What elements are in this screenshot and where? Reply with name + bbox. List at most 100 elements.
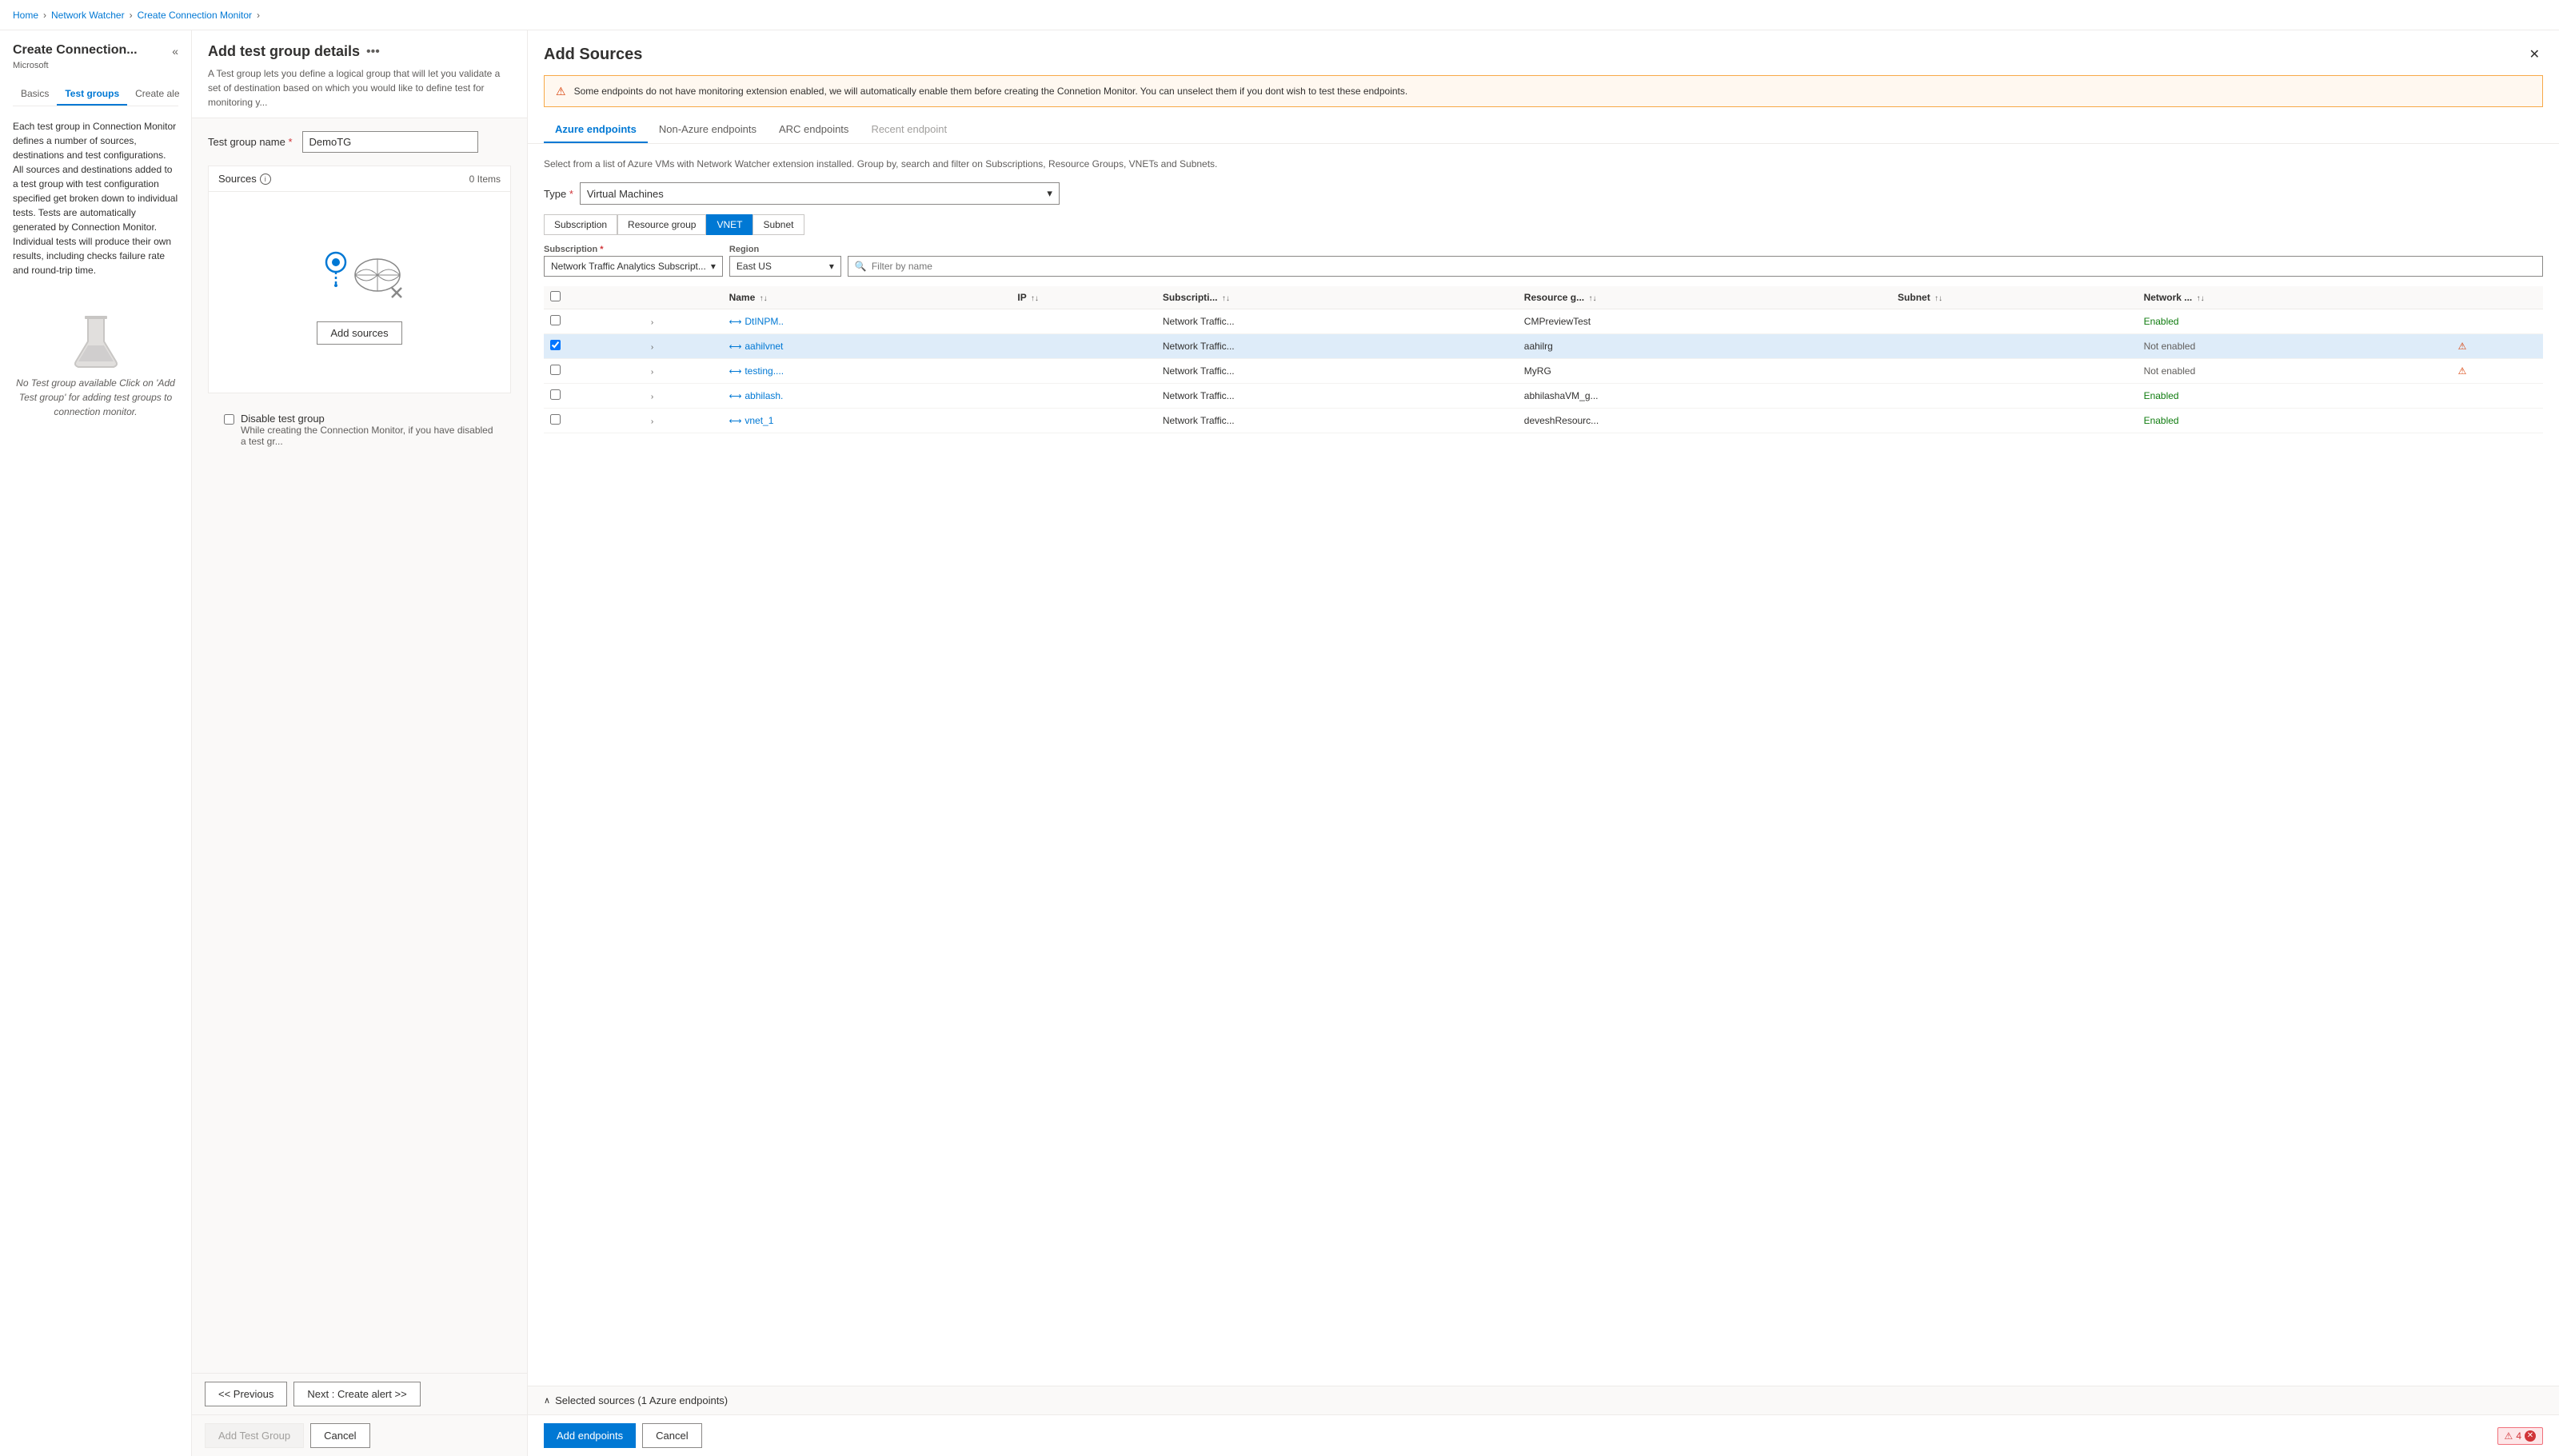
tab-azure-endpoints[interactable]: Azure endpoints (544, 117, 648, 143)
next-create-alert-button[interactable]: Next : Create alert >> (293, 1382, 420, 1406)
add-test-group-button[interactable]: Add Test Group (205, 1423, 304, 1448)
col-header-expand (643, 286, 723, 309)
type-select[interactable]: Virtual Machines ▾ (580, 182, 1060, 205)
vnet-icon: ⟷ (729, 416, 742, 426)
col-header-subnet: Subnet ↑↓ (1891, 286, 2138, 309)
row-checkbox[interactable] (550, 414, 561, 425)
middle-panel: Add test group details ••• A Test group … (192, 30, 528, 1456)
add-endpoints-button[interactable]: Add endpoints (544, 1423, 636, 1448)
subscription-select[interactable]: Network Traffic Analytics Subscript... ▾ (544, 256, 723, 277)
row-expand-cell: › (643, 409, 723, 433)
region-select[interactable]: East US ▾ (729, 256, 841, 277)
group-btn-resourcegroup[interactable]: Resource group (617, 214, 706, 235)
breadcrumb: Home › Network Watcher › Create Connecti… (0, 0, 2559, 30)
row-expand-button[interactable]: › (649, 343, 655, 352)
test-group-name-input[interactable] (302, 131, 478, 153)
col-header-warning (2452, 286, 2543, 309)
row-subscription-cell: Network Traffic... (1156, 334, 1518, 359)
selected-sources-footer[interactable]: ∧ Selected sources (1 Azure endpoints) (528, 1386, 2559, 1414)
ip-sort-icon[interactable]: ↑↓ (1031, 294, 1039, 303)
sidebar-subtitle: Microsoft (13, 61, 178, 70)
disable-test-group-checkbox[interactable] (224, 414, 234, 425)
cancel-button[interactable]: Cancel (310, 1423, 369, 1448)
row-name-link[interactable]: aahilvnet (745, 341, 783, 352)
vnet-icon: ⟷ (729, 391, 742, 401)
col-header-resourcegroup: Resource g... ↑↓ (1518, 286, 1891, 309)
right-bottom-bar: Add endpoints Cancel ⚠ 4 ✕ (528, 1414, 2559, 1456)
resourcegroup-sort-icon[interactable]: ↑↓ (1588, 294, 1596, 303)
row-warning-cell: ⚠ (2452, 334, 2543, 359)
disable-label: Disable test group (241, 413, 495, 425)
collapse-icon[interactable]: « (172, 45, 178, 58)
sidebar-tabs: Basics Test groups Create ale ••• (13, 83, 178, 106)
breadcrumb-home[interactable]: Home (13, 10, 38, 21)
row-subscription-cell: Network Traffic... (1156, 384, 1518, 409)
tab-non-azure-endpoints[interactable]: Non-Azure endpoints (648, 117, 768, 143)
row-checkbox-cell (544, 359, 643, 384)
error-badge[interactable]: ⚠ 4 ✕ (2497, 1427, 2543, 1445)
row-checkbox-cell (544, 409, 643, 433)
row-warning-cell (2452, 309, 2543, 334)
row-name-link[interactable]: abhilash. (745, 390, 783, 401)
sources-info-icon[interactable]: i (260, 174, 271, 185)
tab-recent-endpoint: Recent endpoint (860, 117, 958, 143)
selected-footer-text: Selected sources (1 Azure endpoints) (555, 1394, 728, 1406)
endpoints-table: Name ↑↓ IP ↑↓ Subscripti... ↑↓ Resource … (544, 286, 2543, 433)
row-ip-cell (1011, 384, 1156, 409)
row-expand-button[interactable]: › (649, 368, 655, 377)
error-x-icon: ✕ (2525, 1430, 2536, 1442)
subnet-sort-icon[interactable]: ↑↓ (1934, 294, 1942, 303)
row-warning-icon: ⚠ (2458, 365, 2467, 377)
right-description: Select from a list of Azure VMs with Net… (544, 157, 2543, 171)
col-header-network: Network ... ↑↓ (2138, 286, 2452, 309)
row-subnet-cell (1891, 309, 2138, 334)
filter-by-name-input[interactable] (872, 261, 2536, 272)
filters-row: Subscription * Network Traffic Analytics… (544, 245, 2543, 277)
region-chevron-icon: ▾ (829, 261, 834, 272)
row-checkbox-cell (544, 334, 643, 359)
row-checkbox[interactable] (550, 340, 561, 350)
row-ip-cell (1011, 409, 1156, 433)
tab-basics[interactable]: Basics (13, 83, 57, 106)
breadcrumb-create-connection-monitor[interactable]: Create Connection Monitor (138, 10, 252, 21)
vnet-icon: ⟷ (729, 341, 742, 352)
subscription-sort-icon[interactable]: ↑↓ (1222, 294, 1230, 303)
group-btn-subscription[interactable]: Subscription (544, 214, 617, 235)
sources-empty-illustration (312, 240, 408, 312)
row-expand-button[interactable]: › (649, 417, 655, 426)
middle-more-icon[interactable]: ••• (366, 45, 380, 59)
close-button[interactable]: ✕ (2526, 43, 2543, 66)
row-checkbox[interactable] (550, 315, 561, 325)
tab-arc-endpoints[interactable]: ARC endpoints (768, 117, 860, 143)
name-sort-icon[interactable]: ↑↓ (760, 294, 768, 303)
disable-sublabel: While creating the Connection Monitor, i… (241, 425, 495, 447)
row-resourcegroup-cell: CMPreviewTest (1518, 309, 1891, 334)
row-name-link[interactable]: vnet_1 (745, 415, 773, 426)
previous-button[interactable]: << Previous (205, 1382, 287, 1406)
sidebar-title: Create Connection... (13, 43, 138, 58)
row-expand-button[interactable]: › (649, 393, 655, 401)
right-header: Add Sources ✕ ⚠ Some endpoints do not ha… (528, 30, 2559, 144)
row-expand-button[interactable]: › (649, 318, 655, 327)
test-group-name-row: Test group name * (208, 131, 511, 153)
subscription-chevron-icon: ▾ (711, 261, 716, 272)
add-sources-button[interactable]: Add sources (317, 321, 401, 345)
network-sort-icon[interactable]: ↑↓ (2197, 294, 2205, 303)
row-expand-cell: › (643, 384, 723, 409)
row-ip-cell (1011, 359, 1156, 384)
col-header-checkbox (544, 286, 643, 309)
group-btn-vnet[interactable]: VNET (706, 214, 753, 235)
sidebar-empty-state: No Test group available Click on 'Add Te… (13, 309, 178, 419)
tab-test-groups[interactable]: Test groups (57, 83, 127, 106)
row-checkbox[interactable] (550, 365, 561, 375)
tab-create-alert[interactable]: Create ale (127, 83, 187, 106)
row-name-link[interactable]: DtINPM.. (745, 316, 784, 327)
row-checkbox[interactable] (550, 389, 561, 400)
select-all-checkbox[interactable] (550, 291, 561, 301)
group-btn-subnet[interactable]: Subnet (753, 214, 804, 235)
right-cancel-button[interactable]: Cancel (642, 1423, 701, 1448)
row-subnet-cell (1891, 384, 2138, 409)
row-name-link[interactable]: testing.... (745, 365, 784, 377)
breadcrumb-network-watcher[interactable]: Network Watcher (51, 10, 125, 21)
row-name-cell: ⟷ aahilvnet (723, 334, 1012, 359)
